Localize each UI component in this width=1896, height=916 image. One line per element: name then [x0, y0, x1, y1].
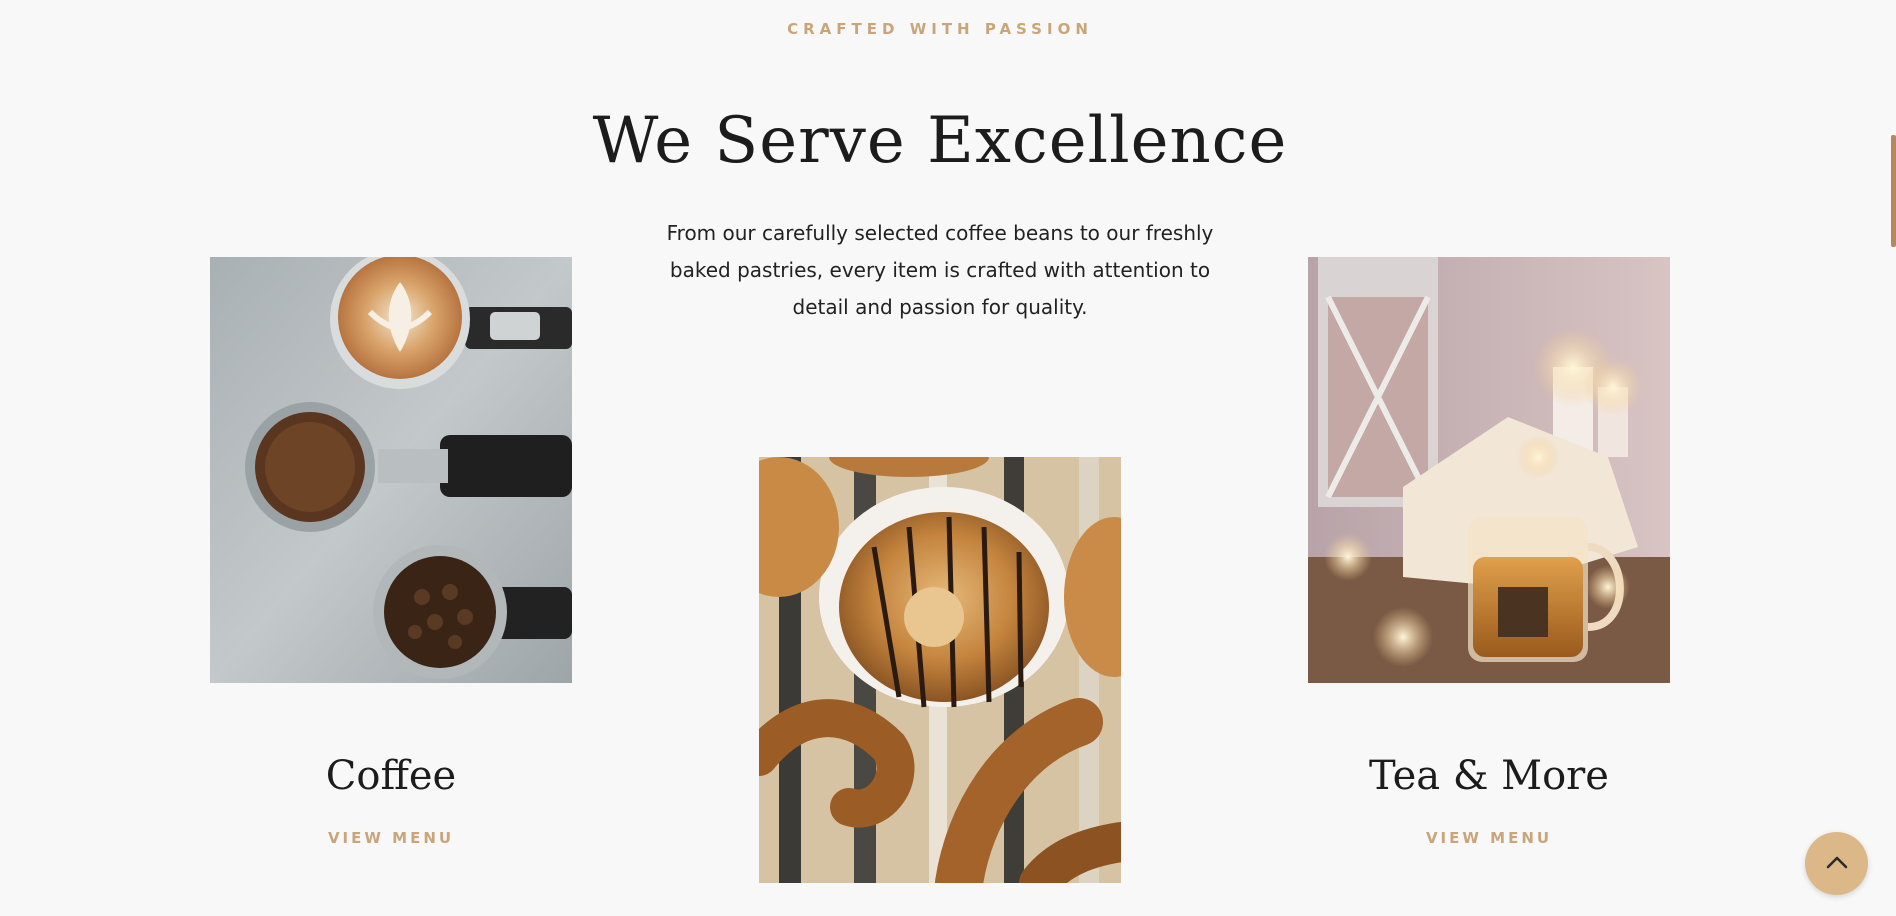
card-title-tea: Tea & More	[1369, 753, 1609, 799]
section-heading: We Serve Excellence	[592, 104, 1288, 178]
view-menu-link-coffee[interactable]: VIEW MENU	[210, 829, 572, 847]
page: CRAFTED WITH PASSION We Serve Excellence…	[0, 0, 1896, 916]
card-title-coffee: Coffee	[325, 753, 457, 799]
scrollbar-thumb[interactable]	[1891, 135, 1896, 247]
view-menu-link-tea[interactable]: VIEW MENU	[1308, 829, 1670, 847]
section-intro: From our carefully selected coffee beans…	[666, 221, 1214, 319]
scroll-to-top-button[interactable]	[1805, 832, 1868, 895]
coffee-portafilters-image[interactable]	[210, 257, 572, 683]
pastries-image[interactable]	[759, 457, 1121, 883]
section-eyebrow: CRAFTED WITH PASSION	[787, 20, 1093, 38]
tea-candles-image[interactable]	[1308, 257, 1670, 683]
chevron-up-icon	[1826, 854, 1848, 873]
